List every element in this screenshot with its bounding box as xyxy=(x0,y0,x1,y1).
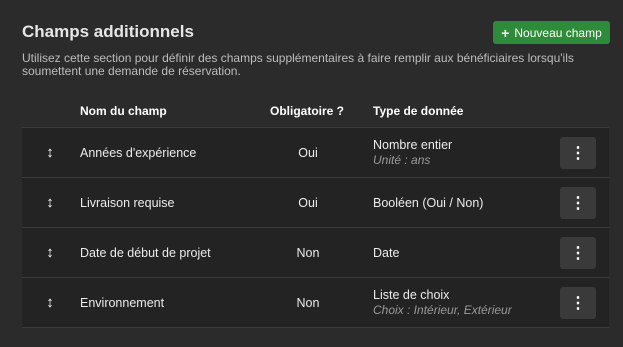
table-row: ↕ Date de début de projet Non Date ⋮ xyxy=(22,228,609,278)
plus-icon: + xyxy=(501,24,510,41)
field-type-cell: Date xyxy=(373,228,399,277)
page-title: Champs additionnels xyxy=(22,22,194,41)
column-header-required: Obligatoire ? xyxy=(270,104,345,118)
kebab-menu-icon: ⋮ xyxy=(570,195,586,212)
section-description: Utilisez cette section pour définir des … xyxy=(22,51,574,78)
fields-table: ↕ Années d'expérience Oui Nombre entier … xyxy=(22,127,609,328)
field-type: Nombre entier xyxy=(373,138,453,152)
field-type-cell: Booléen (Oui / Non) xyxy=(373,178,483,227)
field-type: Liste de choix xyxy=(373,288,450,302)
field-required: Non xyxy=(296,295,320,310)
table-row: ↕ Années d'expérience Oui Nombre entier … xyxy=(22,127,609,178)
field-type-cell: Nombre entier Unité : ans xyxy=(373,128,452,177)
field-required: Oui xyxy=(298,145,318,160)
kebab-menu-icon: ⋮ xyxy=(570,295,586,312)
kebab-menu-icon: ⋮ xyxy=(570,245,586,262)
field-required: Non xyxy=(296,245,320,260)
field-name: Livraison requise xyxy=(80,195,175,210)
table-row: ↕ Livraison requise Oui Booléen (Oui / N… xyxy=(22,178,609,228)
field-name: Environnement xyxy=(80,295,165,310)
field-required: Oui xyxy=(298,195,318,210)
row-menu-button[interactable]: ⋮ xyxy=(560,237,596,269)
new-field-button-label: Nouveau champ xyxy=(514,25,602,40)
field-type-cell: Liste de choix Choix : Intérieur, Extéri… xyxy=(373,278,512,327)
drag-handle-icon[interactable]: ↕ xyxy=(44,228,56,277)
field-name: Années d'expérience xyxy=(80,145,197,160)
field-type: Date xyxy=(373,245,400,260)
table-row: ↕ Environnement Non Liste de choix Choix… xyxy=(22,278,609,328)
row-menu-button[interactable]: ⋮ xyxy=(560,137,596,169)
field-type: Booléen (Oui / Non) xyxy=(373,195,484,210)
kebab-menu-icon: ⋮ xyxy=(570,145,586,162)
drag-handle-icon[interactable]: ↕ xyxy=(44,128,56,177)
new-field-button[interactable]: + Nouveau champ xyxy=(493,21,610,44)
drag-handle-icon[interactable]: ↕ xyxy=(44,278,56,327)
row-menu-button[interactable]: ⋮ xyxy=(560,287,596,319)
field-type-detail: Unité : ans xyxy=(373,153,431,167)
row-menu-button[interactable]: ⋮ xyxy=(560,187,596,219)
column-header-name: Nom du champ xyxy=(80,104,167,118)
drag-handle-icon[interactable]: ↕ xyxy=(44,178,56,227)
field-type-detail: Choix : Intérieur, Extérieur xyxy=(373,303,512,317)
column-header-type: Type de donnée xyxy=(373,104,464,118)
field-name: Date de début de projet xyxy=(80,245,211,260)
